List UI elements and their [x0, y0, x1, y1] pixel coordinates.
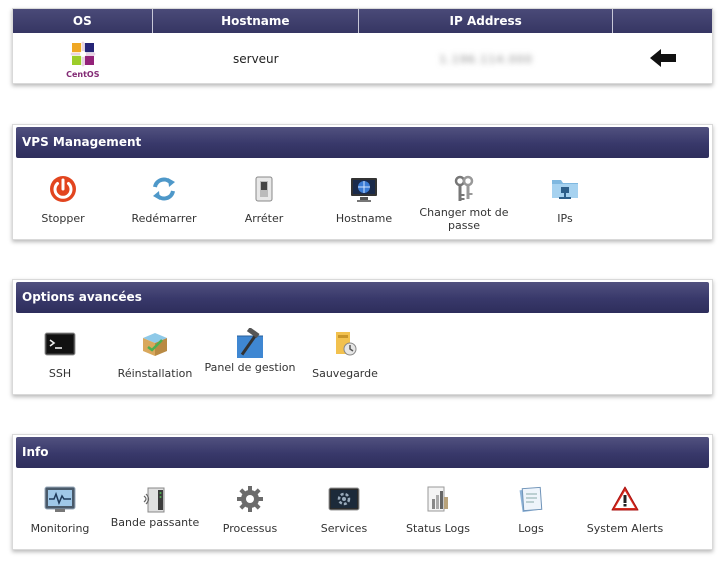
header-os: OS [13, 9, 153, 33]
server-table-header: OS Hostname IP Address [13, 9, 712, 33]
processus-button[interactable]: Processus [200, 482, 300, 535]
panel-title-info: Info [16, 437, 709, 468]
changer-mot-de-passe-button[interactable]: Changer mot de passe [414, 172, 514, 232]
ips-button[interactable]: IPs [515, 172, 615, 225]
hostname-button[interactable]: Hostname [314, 172, 414, 225]
services-button[interactable]: Services [294, 482, 394, 535]
status-logs-icon [421, 482, 455, 516]
server-table: OS Hostname IP Address CentOS serveur 1.… [12, 8, 713, 84]
header-hostname: Hostname [153, 9, 360, 33]
logs-icon [514, 482, 548, 516]
monitoring-icon [43, 482, 77, 516]
system-alerts-button[interactable]: System Alerts [575, 482, 675, 535]
info-panel: Info Monitoring Bande passante Processus… [12, 434, 713, 550]
package-icon [138, 327, 172, 361]
sauvegarde-button[interactable]: Sauvegarde [295, 327, 395, 380]
vps-management-panel: VPS Management Stopper Redémarrer Arréte… [12, 124, 713, 240]
terminal-icon [43, 327, 77, 361]
network-folder-icon [548, 172, 582, 206]
header-actions [613, 9, 712, 33]
stopper-button[interactable]: Stopper [13, 172, 113, 225]
status-logs-button[interactable]: Status Logs [388, 482, 488, 535]
ip-address-value: 1.196.114.000 [439, 52, 533, 66]
keys-icon [447, 172, 481, 206]
centos-logo: CentOS [66, 39, 99, 79]
bandwidth-icon [138, 482, 172, 516]
tools-icon [233, 327, 267, 361]
centos-icon [69, 41, 96, 67]
monitoring-button[interactable]: Monitoring [10, 482, 110, 535]
bande-passante-button[interactable]: Bande passante [105, 482, 205, 529]
options-avancees-panel: Options avancées SSH Réinstallation Pane… [12, 279, 713, 395]
refresh-icon [147, 172, 181, 206]
arreter-button[interactable]: Arréter [214, 172, 314, 225]
panel-title-vps-management: VPS Management [16, 127, 709, 158]
alert-icon [608, 482, 642, 516]
panel-de-gestion-button[interactable]: Panel de gestion [200, 327, 300, 374]
reinstallation-button[interactable]: Réinstallation [105, 327, 205, 380]
services-icon [327, 482, 361, 516]
back-arrow-icon[interactable] [649, 48, 676, 70]
centos-logo-text: CentOS [66, 70, 100, 79]
server-row: CentOS serveur 1.196.114.000 [13, 33, 712, 85]
monitor-globe-icon [347, 172, 381, 206]
gear-icon [233, 482, 267, 516]
header-ip-address: IP Address [359, 9, 614, 33]
panel-title-options-avancees: Options avancées [16, 282, 709, 313]
power-icon [46, 172, 80, 206]
switch-icon [247, 172, 281, 206]
redemarrer-button[interactable]: Redémarrer [114, 172, 214, 225]
logs-button[interactable]: Logs [481, 482, 581, 535]
ssh-button[interactable]: SSH [10, 327, 110, 380]
hostname-value: serveur [233, 52, 279, 66]
backup-icon [328, 327, 362, 361]
